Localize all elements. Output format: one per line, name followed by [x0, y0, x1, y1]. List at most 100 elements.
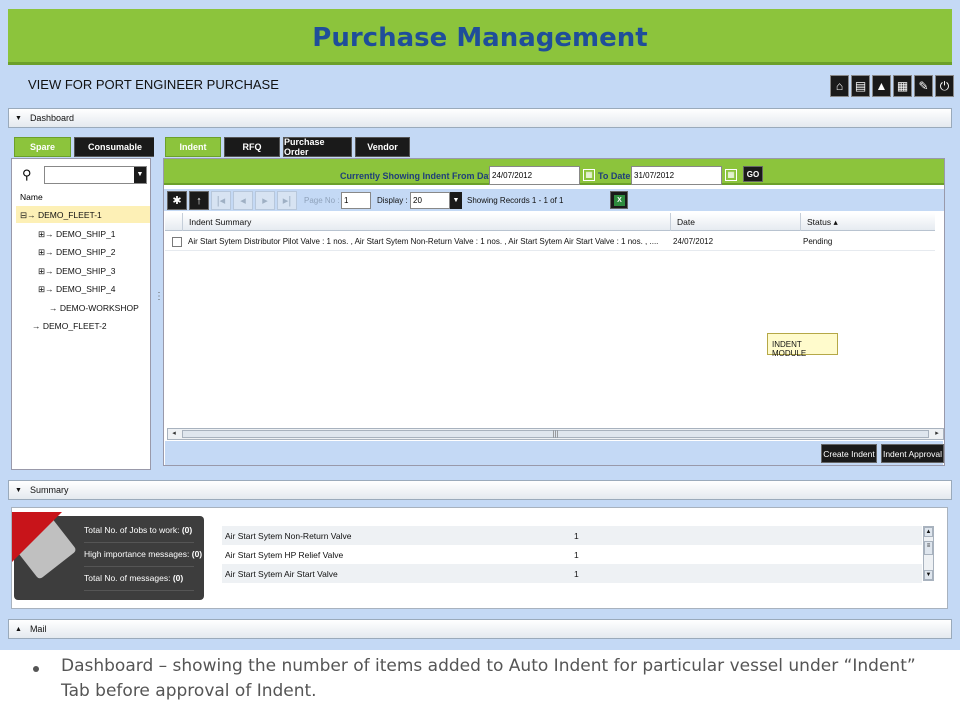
- left-tabs: Spare Consumable: [14, 137, 156, 157]
- stat-total-messages: Total No. of messages: (0): [84, 573, 184, 583]
- vertical-scrollbar[interactable]: ▲ ≡ ▼: [923, 526, 934, 581]
- horizontal-scrollbar[interactable]: ◂ ||| ▸: [167, 428, 944, 440]
- collapse-icon[interactable]: ▼: [15, 487, 22, 494]
- from-date-label: Currently Showing Indent From Date :: [340, 171, 503, 181]
- tree-filter-select[interactable]: ▼: [44, 166, 147, 184]
- column-status[interactable]: Status ▴: [801, 213, 935, 231]
- list-item[interactable]: Air Start Sytem HP Relief Valve 1: [222, 545, 922, 564]
- create-indent-button[interactable]: Create Indent: [821, 444, 877, 463]
- display-select[interactable]: 20: [410, 192, 450, 209]
- tab-consumable[interactable]: Consumable: [74, 137, 156, 157]
- collapse-icon[interactable]: ⊟: [20, 210, 27, 220]
- first-page-icon[interactable]: |◂: [211, 191, 231, 210]
- to-date-input[interactable]: 31/07/2012: [631, 166, 722, 185]
- tree-node-label: DEMO-WORKSHOP: [59, 303, 139, 313]
- calendar-icon[interactable]: ▦: [725, 169, 737, 181]
- scroll-thumb[interactable]: ≡: [924, 541, 933, 555]
- scroll-right-icon[interactable]: ▸: [932, 430, 942, 438]
- grid-pager: ✱ ↑ |◂ ◂ ▸ ▸| Page No : 1 Display : 20 ▼…: [164, 189, 944, 211]
- tree-node[interactable]: ⊞→ DEMO_SHIP_3: [38, 266, 116, 277]
- caption: Dashboard – showing the number of items …: [36, 654, 936, 704]
- expand-icon[interactable]: ⊞: [38, 247, 45, 257]
- up-arrow-icon[interactable]: ↑: [189, 191, 209, 210]
- scroll-thumb[interactable]: |||: [182, 430, 929, 438]
- scroll-up-icon[interactable]: ▲: [924, 527, 933, 537]
- app-window: Purchase Management VIEW FOR PORT ENGINE…: [0, 0, 960, 650]
- grid-header: Indent Summary Date Status ▴: [165, 213, 935, 231]
- tab-rfq[interactable]: RFQ: [224, 137, 280, 157]
- home-icon[interactable]: ⌂: [830, 75, 849, 97]
- column-date[interactable]: Date: [671, 213, 801, 231]
- excel-export-icon[interactable]: X: [610, 191, 628, 209]
- view-title: VIEW FOR PORT ENGINEER PURCHASE: [28, 77, 279, 92]
- scroll-left-icon[interactable]: ◂: [169, 430, 179, 438]
- mail-label: Mail: [29, 624, 47, 634]
- caption-text: Dashboard – showing the number of items …: [61, 656, 916, 701]
- warning-icon[interactable]: ▲: [872, 75, 891, 97]
- records-text: Showing Records 1 - 1 of 1: [467, 196, 564, 205]
- list-item[interactable]: Air Start Sytem Non-Return Valve 1: [222, 526, 922, 545]
- tree-node-label: DEMO_FLEET-2: [42, 321, 107, 331]
- expand-icon[interactable]: ⊞: [38, 229, 45, 239]
- column-indent-summary[interactable]: Indent Summary: [183, 213, 671, 231]
- status-cell: Pending: [803, 237, 833, 246]
- item-qty: 1: [574, 550, 579, 560]
- tree-node[interactable]: ⊟→ DEMO_FLEET-1: [20, 210, 102, 221]
- tree-node-label: DEMO_SHIP_2: [56, 247, 116, 257]
- from-date-input[interactable]: 24/07/2012: [489, 166, 580, 185]
- chevron-down-icon[interactable]: ▼: [134, 167, 146, 183]
- tab-indent[interactable]: Indent: [165, 137, 221, 157]
- header-check-cell: [165, 213, 183, 231]
- tab-vendor[interactable]: Vendor: [355, 137, 410, 157]
- tree-node[interactable]: → DEMO_FLEET-2: [32, 321, 107, 331]
- edit-icon[interactable]: ✎: [914, 75, 933, 97]
- power-icon[interactable]: ⏻: [935, 75, 954, 97]
- display-label: Display :: [377, 196, 408, 205]
- chevron-down-icon[interactable]: ▼: [450, 192, 462, 209]
- list-item[interactable]: Air Start Sytem Air Start Valve 1: [222, 564, 922, 583]
- mail-panel-header[interactable]: ▲ Mail: [8, 619, 952, 639]
- indent-approval-button[interactable]: Indent Approval: [881, 444, 944, 463]
- dashboard-panel-header[interactable]: ▼ Dashboard: [8, 108, 952, 128]
- tab-spare[interactable]: Spare: [14, 137, 71, 157]
- tree-pane: ⚲ ▼ Name ⊟→ DEMO_FLEET-1 ⊞→ DEMO_SHIP_1 …: [11, 158, 151, 470]
- summary-panel-header[interactable]: ▼ Summary: [8, 480, 952, 500]
- summary-items-table: Air Start Sytem Non-Return Valve 1 Air S…: [222, 526, 937, 583]
- scroll-down-icon[interactable]: ▼: [924, 570, 933, 580]
- go-button[interactable]: GO: [743, 166, 763, 182]
- indent-summary-cell: Air Start Sytem Distributor Pilot Valve …: [188, 237, 659, 246]
- tree-node[interactable]: ⊞→ DEMO_SHIP_1: [38, 229, 116, 240]
- pane-splitter[interactable]: ⋮: [154, 131, 164, 471]
- calendar-icon[interactable]: ▦: [583, 169, 595, 181]
- name-column-header: Name: [20, 192, 43, 202]
- divider: [84, 590, 194, 591]
- print-icon[interactable]: ▤: [851, 75, 870, 97]
- expand-icon[interactable]: ▲: [15, 626, 22, 633]
- tab-purchase-order[interactable]: Purchase Order: [283, 137, 352, 157]
- right-tabs: Indent RFQ Purchase Order Vendor: [165, 137, 410, 157]
- next-page-icon[interactable]: ▸: [255, 191, 275, 210]
- tree-node[interactable]: ⊞→ DEMO_SHIP_4: [38, 284, 116, 295]
- expand-icon[interactable]: ⊞: [38, 266, 45, 276]
- tree-node[interactable]: → DEMO-WORKSHOP: [49, 303, 139, 313]
- top-toolbar: ⌂ ▤ ▲ ▦ ✎ ⏻: [830, 75, 954, 99]
- tree-node-label: DEMO_SHIP_3: [56, 266, 116, 276]
- page-input[interactable]: 1: [341, 192, 371, 209]
- date-cell: 24/07/2012: [673, 237, 714, 246]
- indent-pane: Currently Showing Indent From Date : 24/…: [163, 158, 945, 466]
- corner-ribbon: [12, 512, 62, 562]
- stat-high-importance: High importance messages: (0): [84, 549, 203, 559]
- prev-page-icon[interactable]: ◂: [233, 191, 253, 210]
- stats-card: Total No. of Jobs to work: (0) High impo…: [10, 512, 204, 600]
- last-page-icon[interactable]: ▸|: [277, 191, 297, 210]
- tree-node[interactable]: ⊞→ DEMO_SHIP_2: [38, 247, 116, 258]
- table-row[interactable]: Air Start Sytem Distributor Pilot Valve …: [165, 233, 935, 251]
- collapse-icon[interactable]: ▼: [15, 115, 22, 122]
- document-icon[interactable]: ▦: [893, 75, 912, 97]
- row-checkbox[interactable]: [172, 237, 182, 247]
- page-label: Page No :: [304, 196, 340, 205]
- search-icon[interactable]: ⚲: [22, 167, 32, 183]
- gear-icon[interactable]: ✱: [167, 191, 187, 210]
- item-qty: 1: [574, 569, 579, 579]
- expand-icon[interactable]: ⊞: [38, 284, 45, 294]
